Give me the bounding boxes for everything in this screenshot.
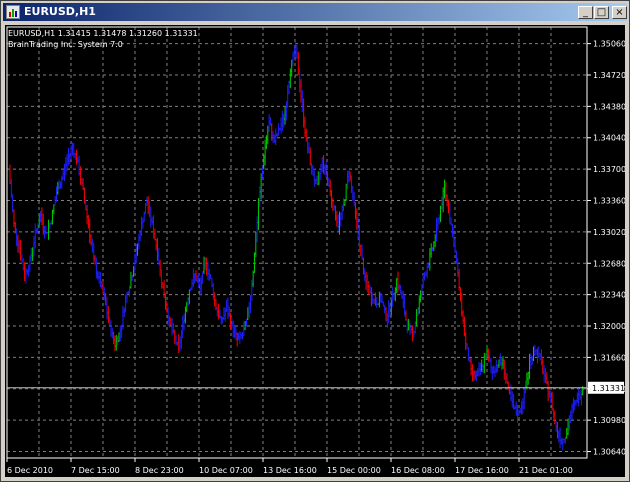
y-tick-label: 1.33700	[593, 165, 625, 174]
maximize-button[interactable]: □	[594, 6, 609, 19]
chart-app-icon	[6, 5, 20, 19]
x-tick-label: 15 Dec 00:00	[327, 466, 381, 475]
current-price-label: 1.31331	[592, 384, 625, 393]
minimize-button[interactable]: _	[578, 6, 593, 19]
y-tick-label: 1.32680	[593, 259, 625, 268]
y-tick-label: 1.32340	[593, 291, 625, 300]
y-tick-label: 1.33360	[593, 197, 625, 206]
chart-canvas[interactable]: 1.35060 1.34720 1.34380 1.34040 1.33700 1.333…	[5, 25, 625, 477]
price-chart[interactable]: 1.35060 1.34720 1.34380 1.34040 1.33700 1.333…	[5, 25, 625, 477]
close-button[interactable]: ×	[612, 6, 627, 19]
symbol-info: EURUSD,H1 1.31415 1.31478 1.31260 1.3133…	[8, 29, 198, 38]
x-tick-label: 8 Dec 23:00	[135, 466, 184, 475]
plot-frame	[6, 26, 588, 459]
y-tick-label: 1.30640	[593, 448, 625, 457]
y-tick-label: 1.31660	[593, 353, 625, 362]
y-tick-label: 1.30980	[593, 416, 625, 425]
y-tick-label: 1.35060	[593, 40, 625, 49]
system-label: BrainTrading Inc. System 7.0	[8, 40, 123, 49]
x-tick-label: 17 Dec 16:00	[455, 466, 509, 475]
chart-window: EURUSD,H1 _ □ × 1.35060 1.34720 1.34380 1.3…	[0, 0, 630, 482]
x-tick-label: 13 Dec 16:00	[263, 466, 317, 475]
x-tick-label: 16 Dec 08:00	[391, 466, 445, 475]
window-title: EURUSD,H1	[24, 5, 96, 18]
x-tick-label: 6 Dec 2010	[7, 466, 53, 475]
x-tick-label: 21 Dec 01:00	[519, 466, 573, 475]
y-tick-label: 1.34720	[593, 71, 625, 80]
x-tick-label: 7 Dec 15:00	[71, 466, 120, 475]
x-tick-label: 10 Dec 07:00	[199, 466, 253, 475]
y-tick-label: 1.34380	[593, 102, 625, 111]
title-bar[interactable]: EURUSD,H1 _ □ ×	[3, 3, 627, 21]
y-tick-label: 1.34040	[593, 134, 625, 143]
y-tick-label: 1.32000	[593, 322, 625, 331]
y-tick-label: 1.33020	[593, 228, 625, 237]
